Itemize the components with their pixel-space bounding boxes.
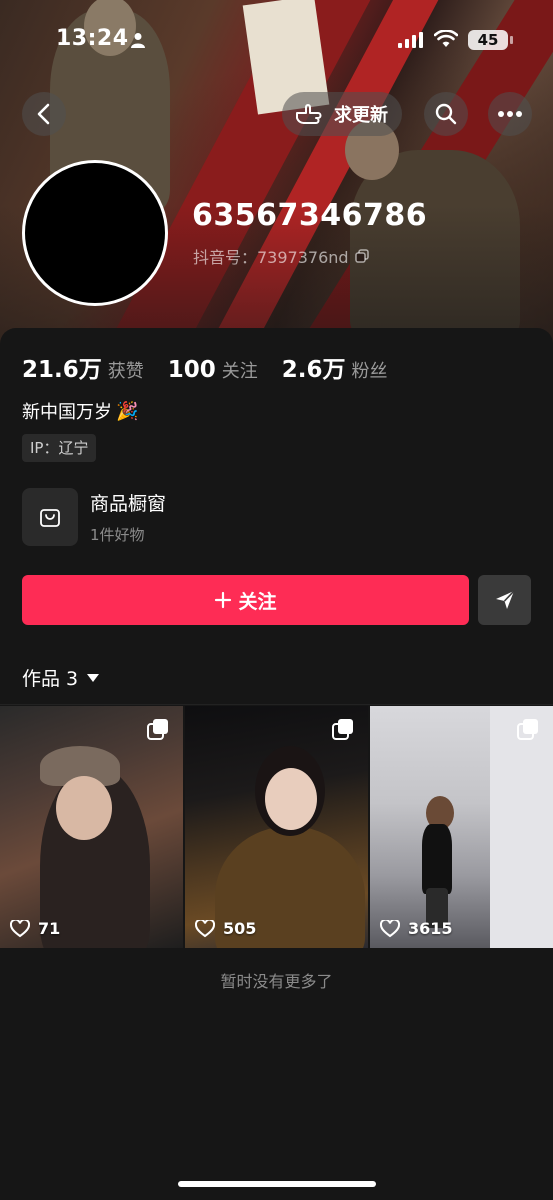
work-thumbnail-2[interactable]: 505 bbox=[185, 706, 368, 948]
work-likes: 3615 bbox=[380, 919, 453, 938]
send-message-button[interactable] bbox=[478, 575, 531, 625]
home-indicator[interactable] bbox=[178, 1181, 376, 1187]
profile-stats: 21.6万 获赞 100 关注 2.6万 粉丝 bbox=[22, 350, 412, 384]
chevron-left-icon bbox=[37, 103, 50, 125]
avatar[interactable] bbox=[22, 160, 168, 306]
copy-icon[interactable] bbox=[354, 249, 369, 263]
stat-followers[interactable]: 2.6万 粉丝 bbox=[282, 350, 388, 384]
ip-location-tag: IP：辽宁 bbox=[22, 434, 97, 462]
work-likes-count: 505 bbox=[223, 919, 257, 938]
back-button[interactable] bbox=[22, 92, 66, 136]
more-icon bbox=[498, 111, 522, 117]
search-icon bbox=[435, 103, 457, 125]
shop-subtitle: 1件好物 bbox=[90, 526, 145, 544]
no-more-content-text: 暂时没有更多了 bbox=[220, 972, 333, 991]
shopping-bag-icon bbox=[40, 509, 60, 527]
thumbnail-figure bbox=[422, 824, 452, 894]
douyin-id[interactable]: 抖音号：7397376nd bbox=[193, 244, 369, 268]
thumbnail-face bbox=[56, 776, 112, 840]
profile-nickname: 63567346786 bbox=[192, 198, 428, 233]
search-button[interactable] bbox=[424, 92, 468, 136]
stat-likes-label: 获赞 bbox=[107, 361, 144, 382]
work-thumbnail-3[interactable]: 3615 bbox=[370, 706, 553, 948]
caret-down-icon bbox=[87, 673, 100, 682]
follow-label: 关注 bbox=[238, 590, 277, 613]
shop-text: 商品橱窗 1件好物 bbox=[90, 489, 166, 545]
stat-following[interactable]: 100 关注 bbox=[168, 357, 258, 383]
party-popper-icon: 🎉 bbox=[116, 400, 139, 422]
shop-icon-box bbox=[22, 488, 78, 546]
stat-following-count: 100 bbox=[167, 357, 216, 383]
tab-works-label: 作品 3 bbox=[22, 668, 79, 690]
douyin-id-text: 抖音号：7397376nd bbox=[193, 248, 349, 267]
work-likes-count: 3615 bbox=[408, 919, 453, 938]
work-likes: 71 bbox=[10, 919, 60, 938]
battery-indicator: 45 bbox=[468, 30, 508, 50]
request-update-label: 求更新 bbox=[334, 105, 388, 126]
status-bar: 13:24 45 bbox=[0, 22, 553, 62]
person-icon bbox=[131, 33, 145, 48]
multi-image-icon bbox=[332, 719, 353, 740]
tab-works[interactable]: 作品 3 bbox=[22, 664, 100, 691]
more-button[interactable] bbox=[488, 92, 532, 136]
send-icon bbox=[495, 590, 515, 609]
work-likes: 505 bbox=[195, 919, 256, 938]
follow-button[interactable]: 关注 bbox=[22, 575, 469, 625]
heart-icon bbox=[195, 919, 215, 937]
stat-followers-count: 2.6万 bbox=[281, 357, 346, 383]
thumbnail-face bbox=[265, 768, 317, 830]
tab-divider bbox=[0, 704, 553, 705]
pointing-hand-icon bbox=[296, 104, 322, 124]
multi-image-icon bbox=[147, 719, 168, 740]
plus-icon bbox=[215, 591, 232, 609]
heart-icon bbox=[380, 919, 400, 937]
stat-likes[interactable]: 21.6万 获赞 bbox=[22, 350, 144, 384]
heart-icon bbox=[10, 919, 30, 937]
stat-following-label: 关注 bbox=[221, 361, 258, 382]
works-grid: 71 505 3615 bbox=[0, 706, 553, 948]
shop-title: 商品橱窗 bbox=[90, 493, 167, 515]
battery-tip bbox=[510, 36, 513, 44]
profile-bio: 新中国万岁 🎉 bbox=[22, 398, 138, 424]
status-time: 13:24 bbox=[56, 26, 129, 51]
shop-window-entry[interactable]: 商品橱窗 1件好物 bbox=[22, 488, 166, 546]
signal-icon bbox=[398, 32, 423, 48]
stat-likes-count: 21.6万 bbox=[22, 357, 102, 383]
work-thumbnail-1[interactable]: 71 bbox=[0, 706, 183, 948]
bio-text: 新中国万岁 bbox=[22, 402, 112, 423]
multi-image-icon bbox=[517, 719, 538, 740]
request-update-button[interactable]: 求更新 bbox=[282, 92, 402, 136]
thumbnail-door bbox=[490, 706, 553, 948]
work-likes-count: 71 bbox=[38, 919, 61, 938]
stat-followers-label: 粉丝 bbox=[351, 361, 388, 382]
wifi-icon bbox=[434, 30, 458, 47]
